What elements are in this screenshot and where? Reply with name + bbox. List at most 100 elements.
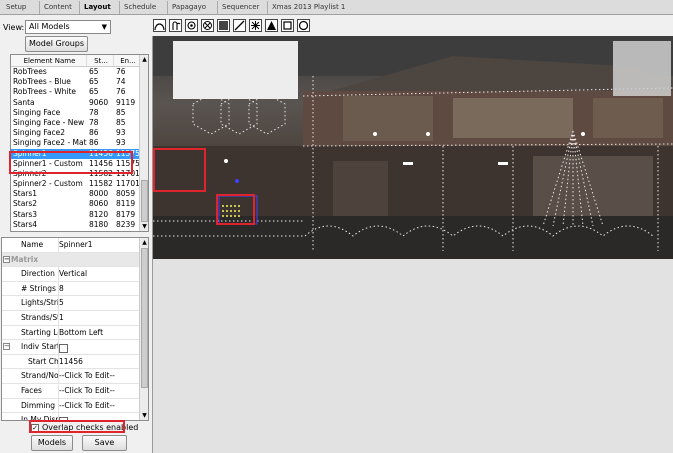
tab-layout[interactable]: Layout: [79, 1, 115, 14]
property-row[interactable]: # Strings 8: [2, 281, 141, 297]
model-list-row[interactable]: Stars2 8060 8119: [11, 199, 148, 209]
tab-content[interactable]: Content: [39, 1, 76, 14]
start-channel-cell: 8180: [89, 219, 109, 229]
arch-icon[interactable]: [153, 19, 166, 32]
property-value[interactable]: Vertical: [59, 267, 87, 281]
property-label: Matrix: [11, 254, 39, 264]
model-name-cell: Stars2: [13, 199, 38, 209]
start-channel-cell: 8060: [89, 199, 109, 209]
property-row[interactable]: Direction Vertical: [2, 267, 141, 282]
property-grid[interactable]: Name Spinner1− Matrix Direction Vertical # St…: [1, 237, 149, 421]
circle-icon[interactable]: [185, 19, 198, 32]
model-list-row[interactable]: RobTrees - Blue 65 74: [11, 77, 148, 87]
property-label: Dimming C: [21, 400, 58, 410]
tree-icon[interactable]: [265, 19, 278, 32]
model-list-row[interactable]: Stars1 8000 8059: [11, 189, 148, 199]
candy-cane-icon[interactable]: [169, 19, 182, 32]
property-row[interactable]: Name Spinner1: [2, 238, 141, 253]
view-select[interactable]: All Models ▼: [25, 20, 111, 34]
property-label: Name: [21, 240, 44, 249]
start-channel-cell: 8000: [89, 189, 109, 199]
line-icon[interactable]: [233, 19, 246, 32]
property-value[interactable]: --Click To Edit--: [59, 399, 115, 413]
model-list-row[interactable]: Stars4 8180 8239: [11, 220, 148, 230]
view-label: View:: [3, 22, 25, 32]
property-label: # Strings: [21, 283, 56, 293]
property-label: Direction: [21, 269, 55, 279]
end-channel-cell: 85: [116, 107, 126, 117]
save-button[interactable]: Save: [82, 435, 127, 451]
collapse-icon[interactable]: −: [3, 343, 10, 351]
model-list-row[interactable]: Singing Face2 86 93: [11, 128, 148, 138]
layout-canvas[interactable]: [152, 36, 673, 453]
model-list-row[interactable]: RobTrees 65 76: [11, 67, 148, 77]
model-list-row[interactable]: Spinner2 - Custom 11582 11701: [11, 179, 148, 189]
model-list-row[interactable]: Santa 9060 9119: [11, 98, 148, 108]
tab-schedule[interactable]: Schedule: [119, 1, 160, 14]
tab-xmas-2013-playlist-1[interactable]: Xmas 2013 Playlist 1: [267, 1, 349, 14]
property-row[interactable]: Faces --Click To Edit--: [2, 384, 141, 399]
start-channel-cell: 78: [89, 117, 99, 127]
start-channel-cell: 9060: [89, 97, 109, 107]
tab-sequencer[interactable]: Sequencer: [217, 1, 263, 14]
scroll-up-icon[interactable]: ▲: [140, 55, 148, 64]
checkbox-icon[interactable]: [59, 343, 68, 353]
property-row[interactable]: Starting Lo Bottom Left: [2, 325, 141, 341]
highlight-box-spinner-left: [153, 148, 206, 192]
house-lights-preview: [153, 36, 673, 259]
property-label: Strands/Str: [21, 313, 58, 322]
model-list-scrollbar[interactable]: ▲ ▼: [139, 55, 148, 231]
col-header-end[interactable]: En...: [114, 55, 141, 66]
tab-setup[interactable]: Setup: [2, 1, 30, 14]
model-groups-button[interactable]: Model Groups: [25, 36, 88, 52]
property-row[interactable]: − Indiv Start: [2, 340, 141, 355]
property-value[interactable]: Bottom Left: [59, 326, 103, 340]
property-checkbox[interactable]: [59, 340, 68, 354]
spinner-icon[interactable]: [249, 19, 262, 32]
property-label: Indiv Start: [21, 342, 58, 352]
property-row[interactable]: Strands/Str1: [2, 311, 141, 326]
property-value[interactable]: 1: [59, 311, 64, 325]
property-row[interactable]: Dimming C--Click To Edit--: [2, 398, 141, 414]
property-value[interactable]: 11456: [59, 355, 83, 369]
highlight-box-spinner1: [9, 151, 133, 174]
scroll-up-icon[interactable]: ▲: [140, 238, 148, 247]
start-channel-cell: 86: [89, 138, 99, 148]
scroll-thumb[interactable]: [141, 248, 148, 388]
property-row[interactable]: Start Ch 11456: [2, 354, 141, 370]
model-list-row[interactable]: Singing Face 78 85: [11, 108, 148, 118]
model-list-row[interactable]: Stars3 8120 8179: [11, 210, 148, 220]
property-value[interactable]: --Click To Edit--: [59, 369, 115, 383]
scroll-thumb[interactable]: [141, 180, 148, 222]
model-list-row[interactable]: Singing Face2 - Matrix86 93: [11, 138, 148, 148]
property-value[interactable]: 5: [59, 296, 64, 310]
property-value[interactable]: 8: [59, 282, 64, 296]
col-header-start[interactable]: St...: [87, 55, 114, 66]
matrix-icon[interactable]: [217, 19, 230, 32]
scroll-down-icon[interactable]: ▼: [140, 222, 148, 231]
end-channel-cell: 76: [116, 67, 126, 76]
star-icon[interactable]: [201, 19, 214, 32]
start-channel-cell: 65: [89, 67, 99, 76]
property-row[interactable]: Strand/Noc--Click To Edit--: [2, 369, 141, 384]
col-header-name[interactable]: Element Name: [11, 55, 87, 66]
model-toolbar: [153, 19, 310, 35]
property-grid-scrollbar[interactable]: ▲ ▼: [139, 238, 148, 420]
highlight-box-overlap: [29, 420, 125, 433]
model-name-cell: RobTrees: [13, 67, 47, 76]
model-list-row[interactable]: RobTrees - White 65 76: [11, 87, 148, 97]
square-icon[interactable]: [281, 19, 294, 32]
model-list[interactable]: Element Name St... En... RobTrees 65 76 Rob…: [10, 54, 149, 232]
property-value[interactable]: Spinner1: [59, 238, 93, 252]
tab-papagayo[interactable]: Papagayo: [167, 1, 210, 14]
scroll-down-icon[interactable]: ▼: [140, 411, 148, 420]
models-button[interactable]: Models: [31, 435, 73, 451]
model-list-row[interactable]: Singing Face - New 78 85: [11, 118, 148, 128]
circle-outline-icon[interactable]: [297, 19, 310, 32]
property-value[interactable]: --Click To Edit--: [59, 384, 115, 398]
property-row[interactable]: Lights/Strir 5: [2, 296, 141, 311]
model-name-cell: Singing Face2: [13, 128, 66, 138]
collapse-icon[interactable]: −: [3, 255, 10, 263]
end-channel-cell: 8179: [116, 209, 136, 219]
property-category[interactable]: − Matrix: [2, 252, 141, 268]
